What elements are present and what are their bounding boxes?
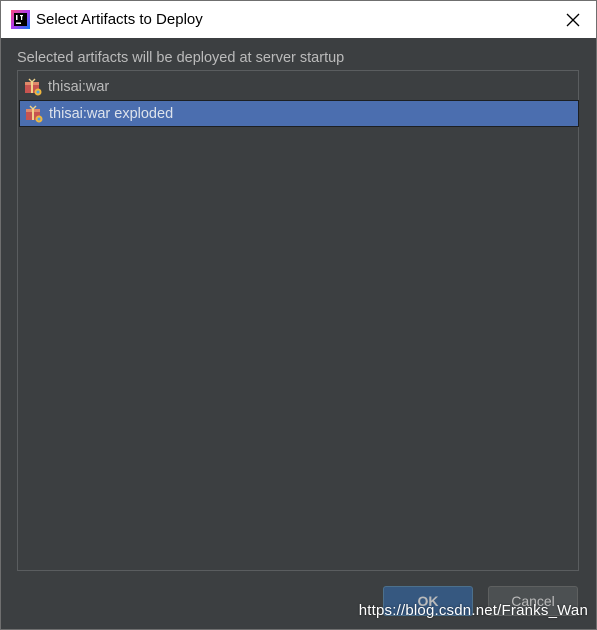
instruction-label: Selected artifacts will be deployed at s… — [17, 50, 345, 66]
dialog-window: Select Artifacts to Deploy Selected arti… — [0, 0, 597, 630]
watermark: https://blog.csdn.net/Franks_Wan — [358, 602, 588, 619]
artifact-label: thisai:war — [48, 78, 110, 95]
list-item-thisai-war-exploded[interactable]: thisai:war exploded — [19, 100, 579, 127]
artifact-war-exploded-icon — [25, 105, 43, 123]
intellij-idea-icon — [11, 10, 30, 29]
artifact-war-icon — [24, 78, 42, 96]
title-bar: Select Artifacts to Deploy — [1, 1, 596, 38]
list-item-thisai-war[interactable]: thisai:war — [19, 73, 579, 100]
dialog-title: Select Artifacts to Deploy — [36, 11, 203, 28]
close-icon — [566, 13, 580, 26]
dialog-content: Selected artifacts will be deployed at s… — [1, 38, 596, 629]
close-button[interactable] — [550, 1, 596, 38]
artifact-label: thisai:war exploded — [49, 105, 174, 122]
artifact-list[interactable]: thisai:war thisai:war exploded — [17, 70, 579, 571]
